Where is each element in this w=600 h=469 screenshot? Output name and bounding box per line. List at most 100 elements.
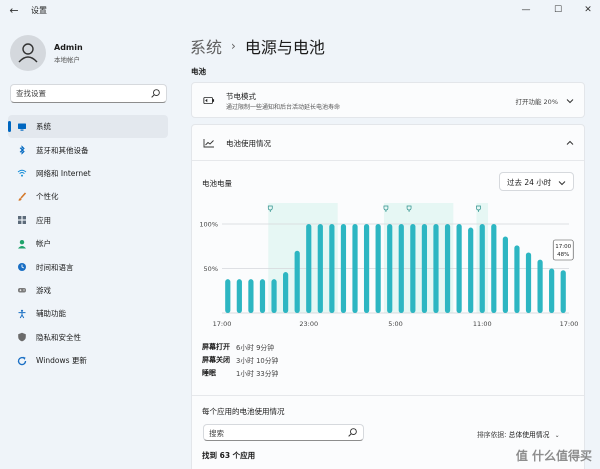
stat-value: 3小时 10分钟 bbox=[236, 356, 279, 365]
monitor-icon bbox=[18, 123, 26, 131]
battery-bar[interactable] bbox=[444, 224, 451, 313]
battery-bar[interactable] bbox=[410, 224, 416, 313]
y-tick-label: 100% bbox=[199, 221, 218, 229]
battery-bar[interactable] bbox=[537, 259, 543, 313]
battery-bar[interactable] bbox=[433, 224, 439, 313]
time-range-value: 过去 24 小时 bbox=[507, 178, 552, 187]
battery-bar[interactable] bbox=[549, 268, 555, 314]
battery-bar[interactable] bbox=[456, 224, 462, 313]
x-tick-label: 17:00 bbox=[213, 320, 232, 328]
battery-stats: 屏幕打开 6小时 9分钟 屏幕关闭 3小时 10分钟 睡眠 1小时 33分钟 bbox=[202, 340, 278, 379]
battery-bar[interactable] bbox=[340, 224, 347, 313]
breadcrumb-parent[interactable]: 系统 bbox=[190, 34, 222, 58]
sidebar-item[interactable]: 游戏 bbox=[8, 279, 168, 302]
chevron-down-icon: ⌄ bbox=[554, 432, 560, 439]
sidebar-item[interactable]: 辅助功能 bbox=[8, 302, 168, 325]
sidebar-nav: 系统蓝牙和其他设备网络和 Internet 个性化应用帐户时间和语言游戏辅助功能隐… bbox=[8, 115, 168, 372]
close-button[interactable]: ✕ bbox=[574, 2, 600, 18]
settings-search[interactable] bbox=[10, 84, 167, 103]
sidebar-item[interactable]: 隐私和安全性 bbox=[8, 326, 168, 349]
avatar[interactable] bbox=[10, 35, 46, 71]
battery-level-chart[interactable]: 100% 50% 17:00 48% 17:00 23:00 5:00 11:00 17:00 bbox=[192, 197, 584, 333]
battery-bar[interactable] bbox=[421, 224, 428, 313]
sidebar-item-label: 游戏 bbox=[36, 285, 51, 295]
battery-bar[interactable] bbox=[375, 224, 381, 313]
battery-bar[interactable] bbox=[248, 279, 254, 313]
sort-dropdown[interactable]: 排序依据: 总体使用情况 ⌄ bbox=[477, 429, 560, 439]
chevron-down-icon[interactable] bbox=[566, 98, 574, 104]
sidebar-item-label: 时间和语言 bbox=[36, 262, 74, 272]
battery-usage-header[interactable]: 电池使用情况 bbox=[192, 125, 584, 161]
search-icon[interactable] bbox=[150, 88, 161, 99]
battery-bar[interactable] bbox=[329, 224, 335, 313]
battery-bar[interactable] bbox=[502, 236, 508, 313]
tooltip-time: 17:00 bbox=[555, 244, 571, 250]
shield-icon bbox=[18, 333, 26, 342]
battery-saver-description: 通过限制一些通知和后台活动延长电池寿命 bbox=[226, 104, 341, 111]
battery-bar[interactable] bbox=[398, 224, 404, 313]
battery-bar[interactable] bbox=[317, 224, 323, 313]
y-tick-label: 50% bbox=[204, 265, 218, 273]
battery-bar[interactable] bbox=[491, 224, 497, 313]
stat-value: 6小时 9分钟 bbox=[236, 343, 274, 352]
sidebar-item-label: 蓝牙和其他设备 bbox=[36, 145, 89, 155]
battery-bar[interactable] bbox=[514, 245, 520, 313]
sidebar-item[interactable]: 蓝牙和其他设备 bbox=[8, 138, 168, 161]
battery-usage-card: 电池使用情况 电池电量 过去 24 小时 100% 50% 17:00 48% 17:0… bbox=[191, 124, 585, 469]
sidebar-item[interactable]: 系统 bbox=[8, 115, 168, 139]
battery-bar[interactable] bbox=[294, 250, 300, 313]
battery-bar[interactable] bbox=[271, 279, 277, 313]
stat-row: 屏幕关闭 3小时 10分钟 bbox=[202, 353, 278, 366]
gamepad-icon bbox=[18, 288, 26, 293]
user-name: Admin bbox=[54, 43, 83, 52]
apps-icon bbox=[18, 216, 26, 225]
back-arrow-icon[interactable]: ← bbox=[6, 4, 22, 18]
settings-search-input[interactable] bbox=[16, 87, 146, 100]
battery-saver-icon bbox=[203, 97, 215, 104]
battery-bar[interactable] bbox=[306, 224, 312, 313]
chevron-down-icon bbox=[558, 181, 566, 186]
battery-bar[interactable] bbox=[479, 224, 485, 313]
battery-bar[interactable] bbox=[236, 279, 242, 313]
sidebar-item[interactable]: 网络和 Internet bbox=[8, 162, 168, 185]
stat-label: 屏幕打开 bbox=[202, 342, 230, 351]
window-title: 设置 bbox=[31, 6, 47, 15]
search-icon[interactable] bbox=[347, 427, 358, 438]
sidebar-item-label: 应用 bbox=[36, 215, 51, 225]
sidebar-item-label: 系统 bbox=[36, 122, 51, 132]
battery-saver-card[interactable]: 节电模式 通过限制一些通知和后台活动延长电池寿命 打开功能 20% bbox=[191, 82, 585, 118]
bluetooth-icon bbox=[19, 145, 25, 155]
battery-bar[interactable] bbox=[525, 252, 532, 313]
sidebar-item[interactable]: 帐户 bbox=[8, 232, 168, 255]
chevron-up-icon[interactable] bbox=[566, 140, 574, 146]
sidebar-item[interactable]: 时间和语言 bbox=[8, 255, 168, 278]
stat-label: 睡眠 bbox=[202, 368, 216, 377]
sidebar-item-label: Windows 更新 bbox=[36, 356, 87, 366]
battery-bar[interactable] bbox=[225, 279, 231, 313]
time-range-dropdown[interactable]: 过去 24 小时 bbox=[499, 172, 574, 191]
sidebar-item[interactable]: 应用 bbox=[8, 209, 168, 232]
battery-bar[interactable] bbox=[352, 224, 358, 313]
tooltip-value: 48% bbox=[557, 252, 569, 258]
battery-bar[interactable] bbox=[468, 227, 474, 313]
battery-bar[interactable] bbox=[283, 272, 289, 313]
app-search-box[interactable] bbox=[203, 424, 364, 441]
sidebar-item[interactable]: Windows 更新 bbox=[8, 349, 168, 372]
sidebar-item-label: 帐户 bbox=[36, 239, 51, 249]
battery-bar[interactable] bbox=[363, 224, 370, 313]
sidebar-item[interactable]: 个性化 bbox=[8, 185, 168, 208]
battery-bar[interactable] bbox=[387, 224, 393, 313]
line-chart-icon bbox=[203, 139, 214, 148]
section-title: 电池 bbox=[191, 67, 206, 76]
charging-band bbox=[268, 203, 338, 313]
battery-bar[interactable] bbox=[560, 270, 566, 313]
minimize-button[interactable]: — bbox=[512, 2, 540, 18]
watermark: 值 什么值得买 bbox=[515, 449, 592, 463]
x-tick-label: 17:00 bbox=[560, 320, 579, 328]
battery-bar[interactable] bbox=[259, 279, 266, 313]
accessibility-icon bbox=[18, 309, 26, 319]
maximize-button[interactable]: ☐ bbox=[544, 2, 572, 18]
app-search-input[interactable] bbox=[209, 427, 344, 439]
stat-row: 屏幕打开 6小时 9分钟 bbox=[202, 340, 278, 353]
divider bbox=[192, 395, 584, 396]
